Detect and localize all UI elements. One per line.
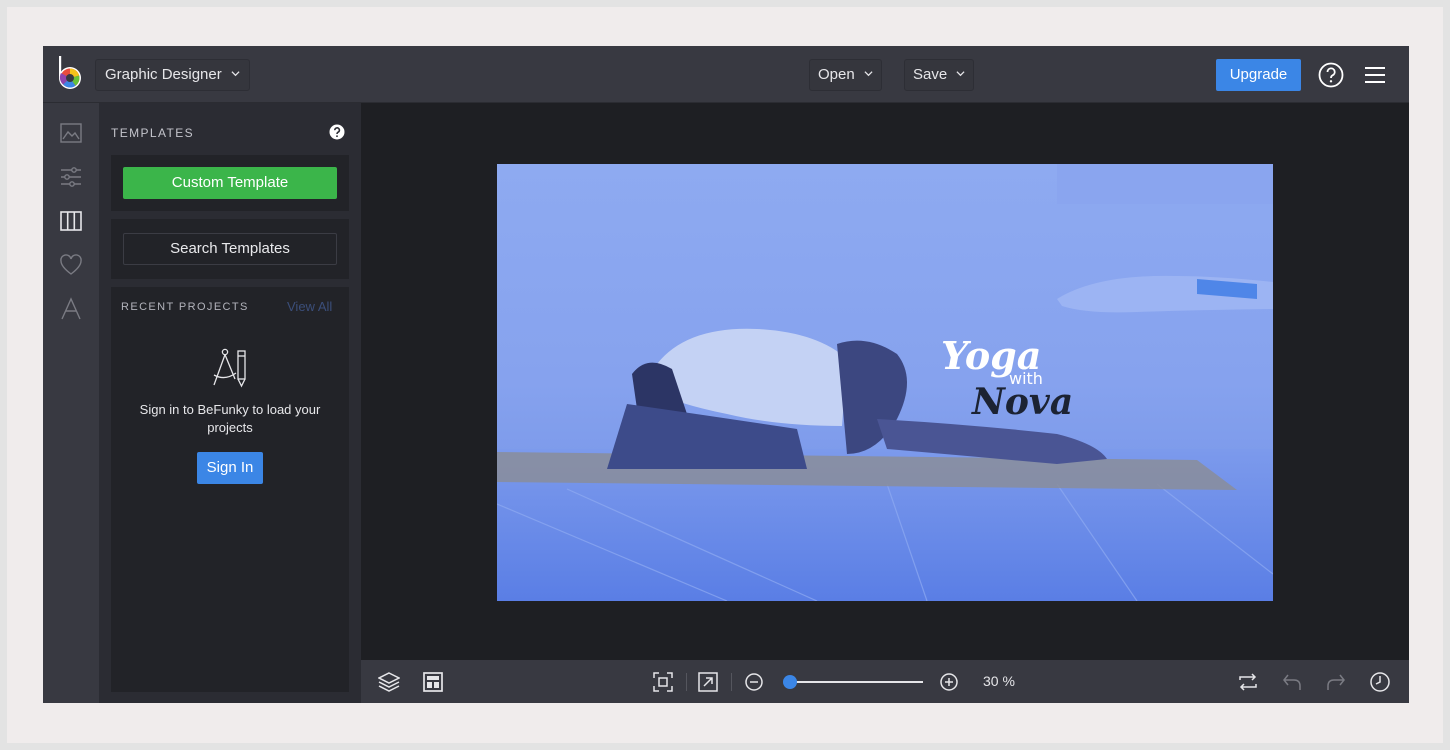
heart-icon[interactable] bbox=[59, 253, 83, 277]
canvas-area: Yoga with Nova bbox=[361, 103, 1409, 660]
chevron-down-icon bbox=[231, 71, 240, 77]
hamburger-menu-icon[interactable] bbox=[1364, 65, 1386, 85]
zoom-slider-track[interactable] bbox=[785, 681, 923, 683]
zoom-out-icon[interactable] bbox=[743, 671, 765, 693]
chevron-down-icon bbox=[956, 71, 965, 77]
columns-icon[interactable] bbox=[59, 209, 83, 233]
toolbar-separator bbox=[686, 673, 687, 691]
tool-rail bbox=[43, 103, 99, 703]
save-menu-button[interactable]: Save bbox=[904, 59, 975, 91]
fit-to-screen-icon[interactable] bbox=[652, 671, 674, 693]
open-menu-label: Open bbox=[818, 66, 855, 83]
open-menu-button[interactable]: Open bbox=[809, 59, 882, 91]
sliders-icon[interactable] bbox=[59, 165, 83, 189]
help-icon[interactable] bbox=[1318, 62, 1344, 88]
recent-projects-card: RECENT PROJECTS View All Sign in to BeFu… bbox=[111, 287, 349, 692]
search-templates-card: Search Templates bbox=[111, 219, 349, 279]
chevron-down-icon bbox=[864, 71, 873, 77]
sign-in-button[interactable]: Sign In bbox=[197, 452, 263, 484]
actual-size-icon[interactable] bbox=[697, 671, 719, 693]
zoom-in-icon[interactable] bbox=[938, 671, 960, 693]
image-icon[interactable] bbox=[59, 121, 83, 145]
recent-projects-label: RECENT PROJECTS bbox=[121, 301, 249, 313]
swap-icon[interactable] bbox=[1237, 671, 1259, 693]
compass-pencil-icon bbox=[213, 348, 246, 388]
view-all-link[interactable]: View All bbox=[287, 299, 332, 314]
help-icon[interactable] bbox=[329, 124, 345, 140]
undo-icon[interactable] bbox=[1281, 671, 1303, 693]
zoom-value: 30 % bbox=[983, 673, 1015, 689]
app-mode-label: Graphic Designer bbox=[105, 66, 222, 83]
text-icon[interactable] bbox=[59, 297, 83, 321]
search-templates-button[interactable]: Search Templates bbox=[123, 233, 337, 265]
top-bar: Graphic Designer Open Save Upgrade bbox=[43, 46, 1409, 103]
canvas-name-word[interactable]: Nova bbox=[971, 381, 1073, 423]
layout-icon[interactable] bbox=[422, 671, 444, 693]
templates-panel: TEMPLATES Custom Template Search Templat… bbox=[99, 103, 361, 703]
custom-template-button[interactable]: Custom Template bbox=[123, 167, 337, 199]
bottom-toolbar: 30 % bbox=[361, 660, 1409, 703]
history-icon[interactable] bbox=[1369, 671, 1391, 693]
app-mode-dropdown[interactable]: Graphic Designer bbox=[95, 59, 250, 91]
app-window: Graphic Designer Open Save Upgrade TEMPL… bbox=[43, 46, 1409, 703]
redo-icon[interactable] bbox=[1325, 671, 1347, 693]
signin-message: Sign in to BeFunky to load your projects bbox=[139, 402, 321, 435]
panel-title: TEMPLATES bbox=[111, 126, 195, 140]
toolbar-separator bbox=[731, 673, 732, 691]
save-menu-label: Save bbox=[913, 66, 948, 83]
window-strip bbox=[1057, 164, 1273, 204]
zoom-slider-handle[interactable] bbox=[783, 675, 797, 689]
upgrade-button[interactable]: Upgrade bbox=[1216, 59, 1301, 91]
befunky-logo-icon[interactable] bbox=[57, 56, 85, 92]
custom-template-card: Custom Template bbox=[111, 155, 349, 211]
design-canvas[interactable]: Yoga with Nova bbox=[497, 164, 1273, 601]
layers-icon[interactable] bbox=[378, 671, 400, 693]
